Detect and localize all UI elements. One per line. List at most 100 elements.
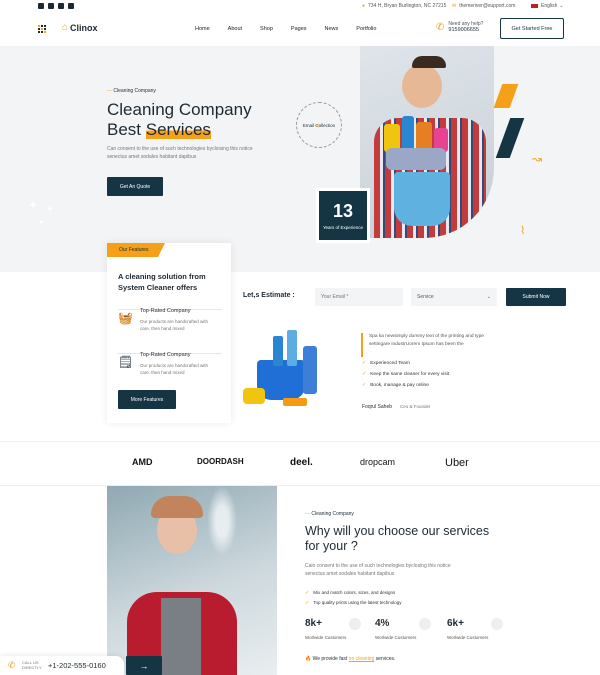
why-description: Cain consent to the use of such technolo… — [305, 563, 451, 577]
photo-bucket — [394, 172, 450, 226]
stat-label: Worlwide Customers — [447, 635, 489, 640]
why-eyebrow: — Cleaning Company — [305, 511, 354, 517]
divider — [0, 485, 600, 486]
quote-bar — [361, 333, 363, 357]
get-started-button[interactable]: Get Started Free — [500, 18, 564, 39]
stat-item: 4% Worlwide Customers — [375, 618, 431, 640]
about-text: Spa ka newsimply dummy text of the print… — [369, 334, 484, 347]
main-nav: Home About Shop Pages News Portfolio — [195, 26, 394, 32]
phone-icon: ✆ — [436, 21, 445, 33]
feature-title-2: Top-Rated Company — [140, 352, 191, 358]
topbar-email[interactable]: themeriver@support.com — [459, 3, 515, 9]
nav-pages[interactable]: Pages — [291, 26, 307, 32]
check-icon: ✓ — [362, 382, 367, 388]
brand-logo-dropcam: dropcam — [360, 457, 396, 467]
broom-icon: ✧ — [316, 123, 322, 130]
check-icon: ✓ — [305, 590, 310, 596]
brand-logo-deel: deel. — [290, 457, 313, 468]
photo-splash — [207, 486, 237, 556]
estimate-label: Let,s Estimate : — [243, 292, 295, 299]
checklist-icon: 🗒 — [118, 355, 134, 369]
check-icon: ✓ — [362, 360, 367, 366]
swirl-arrow-icon: ↝ — [532, 152, 543, 166]
feature-title-1: Top-Rated Company — [140, 308, 191, 314]
sparkle-icon: ✦ — [28, 198, 39, 212]
why-stats: 8k+ Worlwide Customers 4% Worlwide Custo… — [305, 618, 505, 648]
facebook-icon[interactable] — [38, 3, 44, 9]
nav-shop[interactable]: Shop — [260, 26, 273, 32]
fast-service-link[interactable]: on cleaning — [349, 656, 375, 662]
hero-eyebrow: — Cleaning Company — [107, 88, 156, 94]
language-select[interactable]: English ⌄ — [531, 3, 564, 9]
brand-logo[interactable]: ⌂ Clinox — [62, 22, 98, 33]
brand-logo-amd: AMD — [132, 457, 153, 467]
arrow-right-icon: → — [139, 660, 149, 671]
check-icon: ✓ — [305, 600, 310, 606]
submit-now-button[interactable]: Submit Now — [506, 288, 566, 306]
feature-text-2: Our products are handcrafted with care, … — [140, 363, 209, 375]
hero-title-highlight: Services — [145, 120, 211, 139]
help-contact[interactable]: ✆ Need any help? 9159006655 — [436, 21, 483, 33]
about-role: Ceo & Founder — [400, 404, 431, 409]
experience-label: Years of Experience — [322, 225, 364, 230]
about-check-item: ✓ Experienced Team — [362, 360, 410, 366]
deco-shape — [493, 84, 519, 108]
logo-icon: ⌂ — [62, 22, 69, 33]
fire-icon: 🔥 — [305, 656, 312, 662]
flag-icon — [531, 4, 538, 8]
estimate-email-input[interactable] — [315, 288, 403, 306]
nav-portfolio[interactable]: Portfolio — [356, 26, 376, 32]
service-select[interactable]: Service ⌄ — [411, 288, 497, 306]
nav-news[interactable]: News — [325, 26, 339, 32]
sparkle-icon: ✦ — [46, 204, 54, 214]
menu-grid-icon[interactable] — [38, 25, 46, 33]
photo-apron — [161, 598, 201, 675]
stat-label: Worlwide Customers — [375, 635, 417, 640]
about-check-item: ✓ Keep the same cleaner for every visit — [362, 371, 450, 377]
brand-name: Clinox — [70, 22, 98, 33]
stat-label: Worlwide Customers — [305, 635, 347, 640]
fast-service-text: 🔥 We provide fast on cleaning services. — [305, 656, 396, 662]
photo-hair — [412, 56, 446, 68]
help-phone: 9159006655 — [448, 27, 479, 33]
hero-section: — Cleaning Company Cleaning Company Best… — [0, 46, 600, 272]
woman-cleaning-photo — [107, 486, 277, 675]
stat-item: 8k+ Worlwide Customers — [305, 618, 361, 640]
twitter-icon[interactable] — [48, 3, 54, 9]
topbar-address: 734 H, Bryan Burlington, NC 27215 — [368, 3, 447, 9]
globe-icon — [419, 618, 431, 630]
youtube-icon[interactable] — [68, 3, 74, 9]
cleaning-supplies-image — [243, 326, 329, 416]
social-links — [38, 3, 78, 9]
photo-face — [402, 64, 442, 108]
stat-value: 4% — [375, 618, 390, 629]
experience-number: 13 — [332, 201, 354, 221]
nav-home[interactable]: Home — [195, 26, 210, 32]
sparkle-icon: ✦ — [38, 218, 45, 227]
check-icon: ✓ — [362, 371, 367, 377]
feature-text-1: Our products are handcrafted with care, … — [140, 319, 209, 331]
why-check-item: ✓ Top quality prints using the latest tec… — [305, 600, 402, 606]
features-title: A cleaning solution from System Cleaner … — [118, 272, 206, 292]
service-select-label: Service — [417, 294, 434, 300]
about-checklist: ✓ Experienced Team ✓ Keep the same cleaner… — [362, 358, 449, 391]
arrow-right-button[interactable]: → — [126, 656, 162, 675]
divider — [0, 441, 600, 442]
get-quote-button[interactable]: Get An Quote — [107, 177, 163, 196]
more-features-button[interactable]: More Features — [118, 390, 176, 409]
hero-title-line1: Cleaning Company — [107, 100, 252, 119]
brand-logos: AMD DOORDASH deel. dropcam Uber — [0, 457, 600, 471]
chevron-down-icon: ⌄ — [559, 3, 564, 9]
hero-description: Can consent to the use of such technolog… — [107, 146, 253, 160]
instagram-icon[interactable] — [58, 3, 64, 9]
call-us-label: CALL US DIRECTLY — [22, 660, 42, 670]
nav-about[interactable]: About — [228, 26, 242, 32]
about-check-item: ✓ Book, manage & pay online — [362, 382, 429, 388]
chevron-down-icon: ⌄ — [486, 294, 491, 300]
hero-title: Cleaning Company Best Services — [107, 100, 252, 139]
globe-icon — [491, 618, 503, 630]
call-us-widget[interactable]: ✆ CALL US DIRECTLY +1-202-555-0160 — [0, 656, 124, 675]
hero-cleaner-photo — [360, 46, 494, 238]
deco-shape — [495, 118, 525, 158]
top-bar: ● 734 H, Bryan Burlington, NC 27215 ✉ th… — [0, 0, 600, 12]
